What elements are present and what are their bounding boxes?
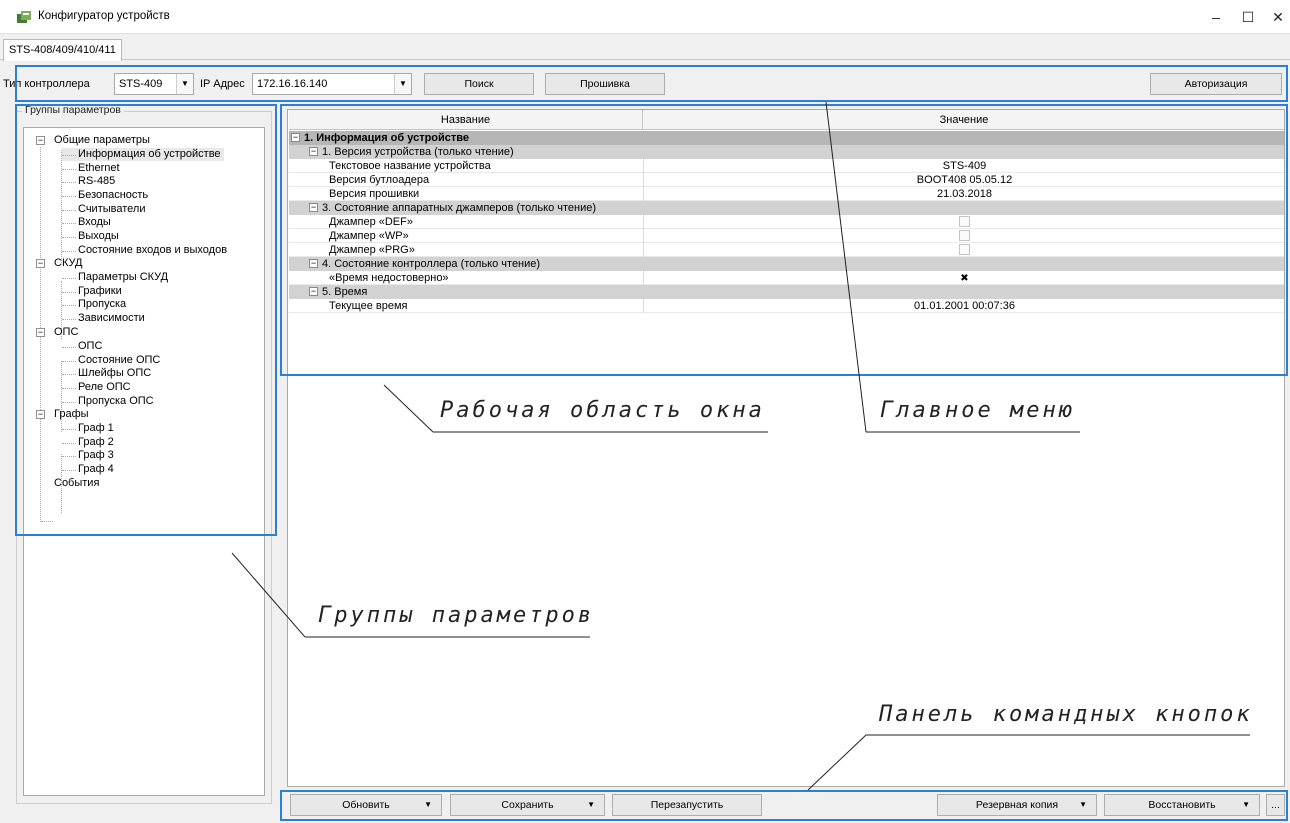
main-menu-toolbar: Тип контроллера STS-409 ▼ IP Адрес 172.1… [0,67,1290,101]
annotation-button-panel: Панель командных кнопок [879,702,1253,727]
chevron-down-icon[interactable]: ▼ [587,795,595,815]
param-groups-tree [23,127,265,796]
prop-value[interactable]: 21.03.2018 [645,187,1284,201]
chevron-down-icon: ▼ [176,74,193,94]
chevron-down-icon[interactable]: ▼ [1079,795,1087,815]
grid-section-row[interactable]: − 1. Информация об устройстве [289,131,1284,145]
controller-type-value: STS-409 [119,78,163,90]
search-button[interactable]: Поиск [424,73,534,95]
more-button[interactable]: ... [1266,794,1285,816]
controller-type-label: Тип контроллера [3,78,90,90]
grid-prop-row[interactable]: Джампер «WP» [289,229,1284,243]
ip-address-select[interactable]: 172.16.16.140 ▼ [252,73,412,95]
maximize-button[interactable]: ☐ [1236,7,1260,27]
grid-prop-row[interactable]: Джампер «PRG» [289,243,1284,257]
grid-subsection-row[interactable]: − 3. Состояние аппаратных джамперов (тол… [289,201,1284,215]
time-invalid-checkbox[interactable]: ✖ [959,273,970,284]
firmware-button[interactable]: Прошивка [545,73,665,95]
jumper-def-checkbox[interactable] [959,216,970,227]
column-header-value[interactable]: Значение [644,110,1284,130]
refresh-button[interactable]: Обновить ▼ [290,794,442,816]
annotation-param-groups: Группы параметров [318,603,595,628]
collapse-icon[interactable]: − [36,259,45,268]
tab-device-family[interactable]: STS-408/409/410/411 [3,39,122,61]
restart-button[interactable]: Перезапустить [612,794,762,816]
prop-value[interactable]: 01.01.2001 00:07:36 [645,299,1284,313]
prop-value[interactable]: STS-409 [645,159,1284,173]
grid-prop-row[interactable]: Текущее время 01.01.2001 00:07:36 [289,299,1284,313]
param-groups-title: Группы параметров [22,104,124,116]
grid-prop-row[interactable]: «Время недостоверно» ✖ [289,271,1284,285]
close-button[interactable]: ✕ [1266,7,1290,27]
grid-subsection-row[interactable]: − 1. Версия устройства (только чтение) [289,145,1284,159]
tree-item-acs-params[interactable]: Параметры СКУД [62,271,168,284]
authorization-button[interactable]: Авторизация [1150,73,1282,95]
grid-prop-row[interactable]: Текстовое название устройства STS-409 [289,159,1284,173]
grid-prop-row[interactable]: Джампер «DEF» [289,215,1284,229]
controller-type-select[interactable]: STS-409 ▼ [114,73,194,95]
chevron-down-icon[interactable]: ▼ [424,795,432,815]
collapse-icon[interactable]: − [309,259,318,268]
annotation-work-area: Рабочая область окна [440,398,765,423]
collapse-icon[interactable]: − [36,410,45,419]
ip-address-value: 172.16.16.140 [257,78,328,90]
backup-button[interactable]: Резервная копия ▼ [937,794,1097,816]
tab-strip: STS-408/409/410/411 [0,34,1290,61]
title-bar: Конфигуратор устройств – ☐ ✕ [0,0,1290,34]
column-header-name[interactable]: Название [289,110,643,130]
app-icon [17,11,31,23]
tree-item-events[interactable]: События [40,477,99,490]
chevron-down-icon: ▼ [394,74,411,94]
collapse-icon[interactable]: − [309,287,318,296]
ip-address-label: IP Адрес [200,78,245,90]
collapse-icon[interactable]: − [36,136,45,145]
chevron-down-icon[interactable]: ▼ [1242,795,1250,815]
window-title: Конфигуратор устройств [38,10,170,22]
minimize-button[interactable]: – [1204,7,1228,27]
collapse-icon[interactable]: − [309,203,318,212]
jumper-prg-checkbox[interactable] [959,244,970,255]
tree-item-device-info[interactable]: Информация об устройстве [62,148,224,161]
grid-prop-row[interactable]: Версия бутлоадера BOOT408 05.05.12 [289,173,1284,187]
grid-subsection-row[interactable]: − 5. Время [289,285,1284,299]
save-button[interactable]: Сохранить ▼ [450,794,605,816]
restore-button[interactable]: Восстановить ▼ [1104,794,1260,816]
jumper-wp-checkbox[interactable] [959,230,970,241]
prop-value[interactable]: BOOT408 05.05.12 [645,173,1284,187]
grid-subsection-row[interactable]: − 4. Состояние контроллера (только чтени… [289,257,1284,271]
grid-prop-row[interactable]: Версия прошивки 21.03.2018 [289,187,1284,201]
collapse-icon[interactable]: − [291,133,300,142]
collapse-icon[interactable]: − [309,147,318,156]
annotation-main-menu: Главное меню [880,398,1075,423]
collapse-icon[interactable]: − [36,328,45,337]
tree-item-ops-state[interactable]: Состояние ОПС [62,354,160,367]
grid-header: Название Значение [289,110,1284,130]
tree-item-io-state[interactable]: Состояние входов и выходов [62,244,227,257]
